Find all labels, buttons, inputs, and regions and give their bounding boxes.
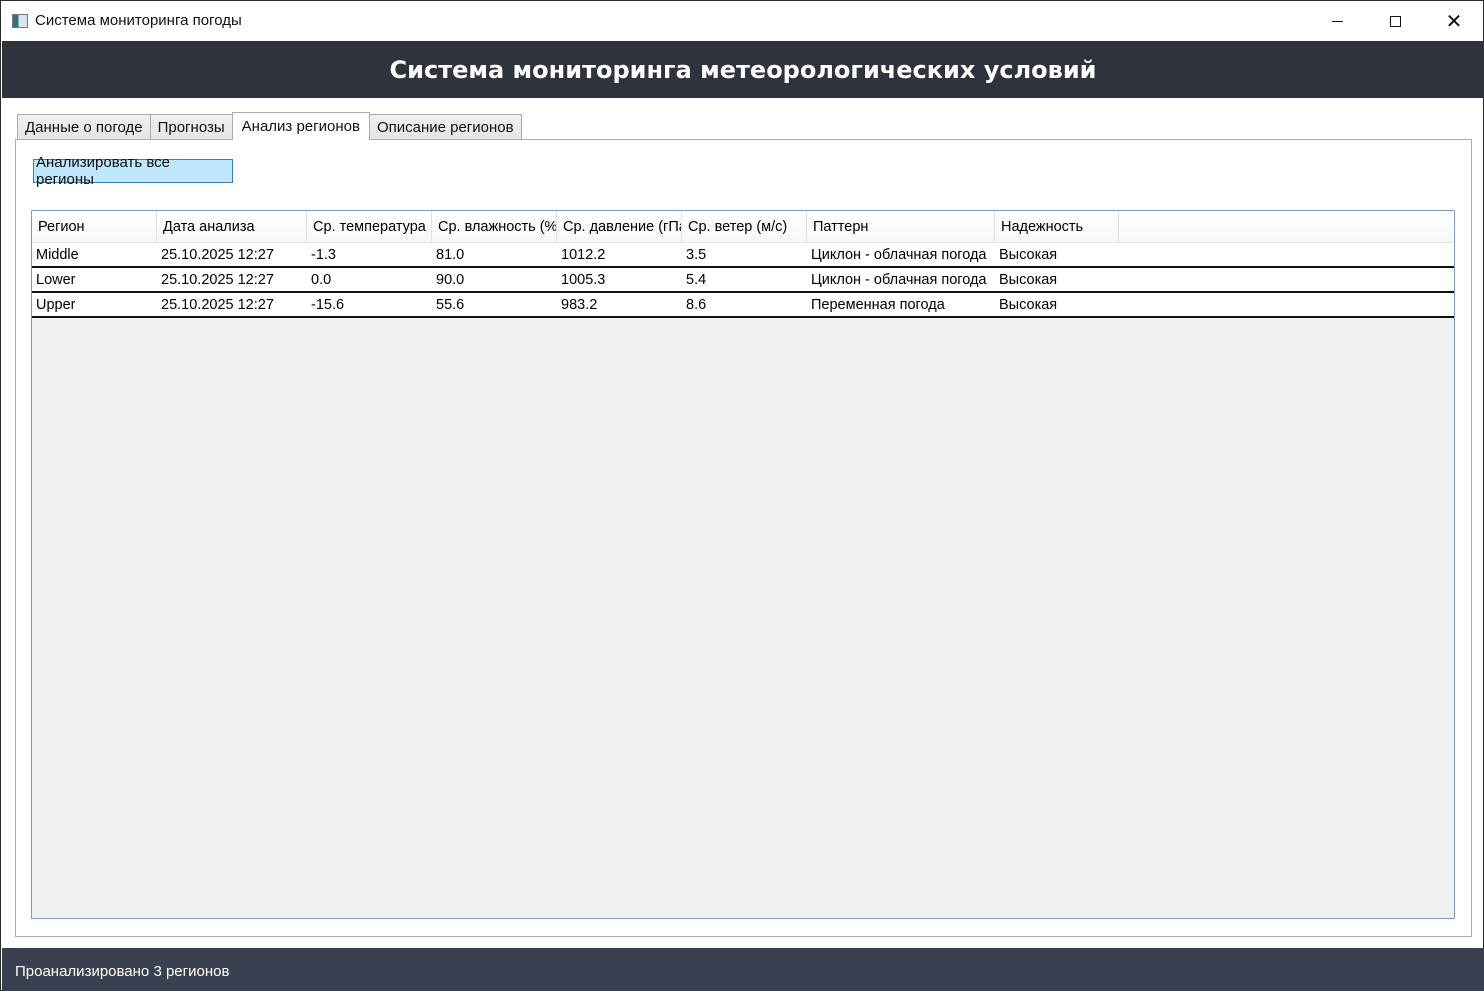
column-header-date[interactable]: Дата анализа: [157, 211, 307, 242]
minimize-icon: [1331, 20, 1343, 22]
column-header-region[interactable]: Регион: [32, 211, 157, 242]
app-window-icon: [12, 14, 28, 28]
status-bar: Проанализировано 3 регионов: [2, 948, 1484, 991]
table-row[interactable]: Upper 25.10.2025 12:27 -15.6 55.6 983.2 …: [32, 293, 1454, 318]
analysis-table[interactable]: Регион Дата анализа Ср. температура Ср. …: [31, 210, 1455, 919]
cell-region[interactable]: Middle: [32, 243, 157, 266]
cell-region[interactable]: Lower: [32, 268, 157, 291]
cell-humidity[interactable]: 81.0: [432, 243, 557, 266]
cell-humidity[interactable]: 55.6: [432, 293, 557, 316]
window-title: Система мониторинга погоды: [35, 12, 242, 29]
cell-wind[interactable]: 3.5: [682, 243, 807, 266]
analyze-all-button[interactable]: Анализировать все регионы: [33, 154, 233, 188]
cell-date[interactable]: 25.10.2025 12:27: [157, 268, 307, 291]
column-header-reliability[interactable]: Надежность: [995, 211, 1119, 242]
page-title: Система мониторинга метеорологических ус…: [389, 55, 1097, 84]
tab-strip: Данные о погоде Прогнозы Анализ регионов…: [17, 112, 522, 140]
table-row[interactable]: Lower 25.10.2025 12:27 0.0 90.0 1005.3 5…: [32, 268, 1454, 293]
column-header-pressure[interactable]: Ср. давление (гПа): [557, 211, 682, 242]
cell-region[interactable]: Upper: [32, 293, 157, 316]
column-header-temperature[interactable]: Ср. температура: [307, 211, 432, 242]
cell-wind[interactable]: 8.6: [682, 293, 807, 316]
cell-date[interactable]: 25.10.2025 12:27: [157, 243, 307, 266]
cell-temperature[interactable]: -1.3: [307, 243, 432, 266]
table-header: Регион Дата анализа Ср. температура Ср. …: [32, 211, 1454, 242]
app-header: Система мониторинга метеорологических ус…: [2, 41, 1484, 98]
cell-reliability[interactable]: Высокая: [995, 293, 1119, 316]
title-bar[interactable]: Система мониторинга погоды ✕: [1, 1, 1483, 41]
cell-pressure[interactable]: 1005.3: [557, 268, 682, 291]
column-header-wind[interactable]: Ср. ветер (м/с): [682, 211, 807, 242]
table-body: Middle 25.10.2025 12:27 -1.3 81.0 1012.2…: [32, 242, 1454, 318]
tab-region-analysis[interactable]: Анализ регионов: [231, 112, 370, 140]
cell-pattern[interactable]: Циклон - облачная погода: [807, 268, 995, 291]
tab-forecasts[interactable]: Прогнозы: [149, 114, 233, 139]
table-row[interactable]: Middle 25.10.2025 12:27 -1.3 81.0 1012.2…: [32, 242, 1454, 268]
minimize-button[interactable]: [1308, 1, 1366, 41]
cell-reliability[interactable]: Высокая: [995, 268, 1119, 291]
cell-pattern[interactable]: Циклон - облачная погода: [807, 243, 995, 266]
tab-weather-data[interactable]: Данные о погоде: [17, 114, 151, 139]
close-icon: ✕: [1445, 9, 1463, 33]
status-text: Проанализировано 3 регионов: [15, 963, 230, 980]
column-header-filler: [1119, 211, 1454, 242]
cell-temperature[interactable]: 0.0: [307, 268, 432, 291]
cell-humidity[interactable]: 90.0: [432, 268, 557, 291]
column-header-pattern[interactable]: Паттерн: [807, 211, 995, 242]
cell-temperature[interactable]: -15.6: [307, 293, 432, 316]
cell-pattern[interactable]: Переменная погода: [807, 293, 995, 316]
close-button[interactable]: ✕: [1425, 1, 1483, 41]
app-window: Система мониторинга погоды ✕ Система мон…: [0, 0, 1484, 991]
cell-date[interactable]: 25.10.2025 12:27: [157, 293, 307, 316]
tab-region-description[interactable]: Описание регионов: [368, 114, 522, 139]
cell-pressure[interactable]: 1012.2: [557, 243, 682, 266]
column-header-humidity[interactable]: Ср. влажность (%): [432, 211, 557, 242]
maximize-icon: [1389, 15, 1401, 27]
cell-wind[interactable]: 5.4: [682, 268, 807, 291]
cell-reliability[interactable]: Высокая: [995, 243, 1119, 266]
cell-pressure[interactable]: 983.2: [557, 293, 682, 316]
maximize-button[interactable]: [1366, 1, 1424, 41]
